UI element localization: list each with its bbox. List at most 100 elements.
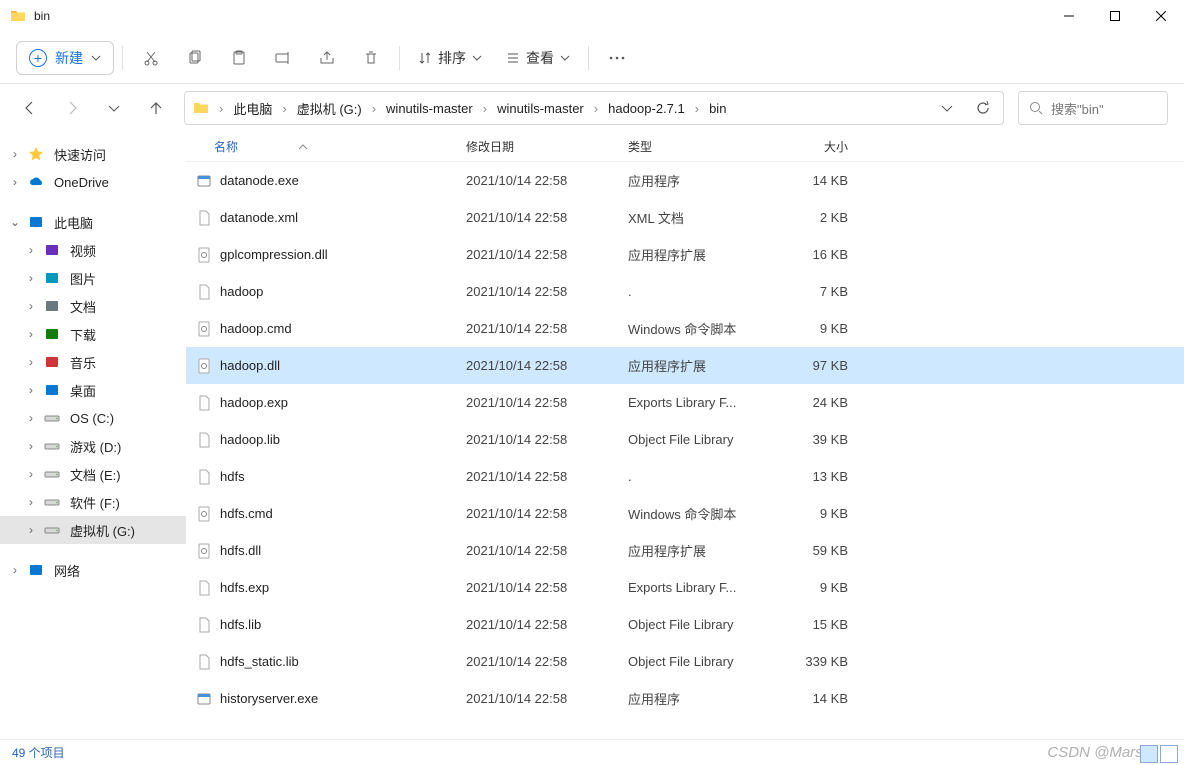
file-size: 14 KB (768, 691, 864, 706)
tree-caret-icon[interactable]: › (24, 523, 38, 537)
tree-caret-icon[interactable]: ⌄ (8, 215, 22, 229)
refresh-button[interactable] (967, 100, 999, 116)
column-name-header[interactable]: 名称 (186, 138, 466, 155)
file-name: hdfs (220, 469, 245, 484)
maximize-button[interactable] (1092, 0, 1138, 32)
share-button[interactable] (307, 40, 347, 76)
file-row[interactable]: historyserver.exe2021/10/14 22:58应用程序14 … (186, 680, 1184, 717)
details-view-icon[interactable] (1140, 745, 1158, 763)
sidebar-item[interactable]: ›文档 (0, 292, 186, 320)
file-row[interactable]: hdfs.exp2021/10/14 22:58Exports Library … (186, 569, 1184, 606)
breadcrumb-segment[interactable]: 虚拟机 (G:) (293, 97, 366, 120)
sidebar-item[interactable]: ⌄此电脑 (0, 208, 186, 236)
view-toggle[interactable] (1140, 745, 1178, 763)
file-date: 2021/10/14 22:58 (466, 210, 628, 225)
sidebar-item[interactable]: › 游戏 (D:) (0, 432, 186, 460)
minimize-button[interactable] (1046, 0, 1092, 32)
close-button[interactable] (1138, 0, 1184, 32)
sidebar-item-label: 图片 (70, 269, 96, 288)
sidebar-item[interactable]: ›快速访问 (0, 140, 186, 168)
file-icon (196, 691, 212, 707)
forward-button[interactable] (58, 94, 86, 122)
breadcrumb-segment[interactable]: hadoop-2.7.1 (604, 99, 689, 118)
copy-button[interactable] (175, 40, 215, 76)
more-button[interactable] (597, 40, 637, 76)
tree-caret-icon[interactable]: › (24, 383, 38, 397)
file-row[interactable]: datanode.xml2021/10/14 22:58XML 文档2 KB (186, 199, 1184, 236)
sidebar-item[interactable]: ›文档 (E:) (0, 460, 186, 488)
file-row[interactable]: hadoop.lib2021/10/14 22:58Object File Li… (186, 421, 1184, 458)
sidebar-item[interactable]: › 图片 (0, 264, 186, 292)
column-size-header[interactable]: 大小 (768, 138, 864, 155)
sidebar-item-label: 游戏 (D:) (70, 437, 121, 456)
breadcrumb-segment[interactable]: winutils-master (493, 99, 588, 118)
file-name: datanode.exe (220, 173, 299, 188)
tree-caret-icon[interactable]: › (8, 175, 22, 189)
breadcrumb[interactable]: › 此电脑 › 虚拟机 (G:) › winutils-master › win… (184, 91, 1004, 125)
file-size: 14 KB (768, 173, 864, 188)
tree-caret-icon[interactable]: › (24, 495, 38, 509)
file-type: Exports Library F... (628, 395, 768, 410)
file-name: hdfs.exp (220, 580, 269, 595)
file-type: 应用程序扩展 (628, 245, 768, 264)
sidebar-item[interactable]: ›桌面 (0, 376, 186, 404)
sidebar-item[interactable]: ›OS (C:) (0, 404, 186, 432)
breadcrumb-segment[interactable]: bin (705, 99, 730, 118)
back-button[interactable] (16, 94, 44, 122)
file-row[interactable]: datanode.exe2021/10/14 22:58应用程序14 KB (186, 162, 1184, 199)
tree-caret-icon[interactable]: › (24, 439, 38, 453)
sidebar-item[interactable]: › 视频 (0, 236, 186, 264)
network-icon (28, 562, 44, 578)
sidebar-item-label: 视频 (70, 241, 96, 260)
history-dropdown-button[interactable] (931, 102, 963, 114)
file-name: datanode.xml (220, 210, 298, 225)
sidebar-item[interactable]: ›网络 (0, 556, 186, 584)
tree-caret-icon[interactable]: › (8, 563, 22, 577)
sort-button[interactable]: 排序 (408, 40, 492, 76)
file-row[interactable]: hdfs.dll2021/10/14 22:58应用程序扩展59 KB (186, 532, 1184, 569)
tree-caret-icon[interactable]: › (24, 299, 38, 313)
sidebar-item[interactable]: ›虚拟机 (G:) (0, 516, 186, 544)
recent-button[interactable] (100, 94, 128, 122)
tree-caret-icon[interactable]: › (24, 411, 38, 425)
tree-caret-icon[interactable]: › (24, 243, 38, 257)
paste-button[interactable] (219, 40, 259, 76)
tree-caret-icon[interactable]: › (24, 467, 38, 481)
up-button[interactable] (142, 94, 170, 122)
file-row[interactable]: hdfs_static.lib2021/10/14 22:58Object Fi… (186, 643, 1184, 680)
breadcrumb-segment[interactable]: 此电脑 (229, 97, 276, 120)
file-row[interactable]: hadoop2021/10/14 22:58.7 KB (186, 273, 1184, 310)
file-row[interactable]: gplcompression.dll2021/10/14 22:58应用程序扩展… (186, 236, 1184, 273)
folder-icon (10, 8, 26, 24)
file-date: 2021/10/14 22:58 (466, 432, 628, 447)
sort-label: 排序 (438, 48, 466, 68)
drive-icon (44, 466, 60, 482)
breadcrumb-segment[interactable]: winutils-master (382, 99, 477, 118)
sidebar-item[interactable]: ›音乐 (0, 348, 186, 376)
file-type: . (628, 284, 768, 299)
new-button[interactable]: + 新建 (16, 41, 114, 75)
file-row[interactable]: hadoop.cmd2021/10/14 22:58Windows 命令脚本9 … (186, 310, 1184, 347)
cut-button[interactable] (131, 40, 171, 76)
tree-caret-icon[interactable]: › (24, 271, 38, 285)
file-name: historyserver.exe (220, 691, 318, 706)
tree-caret-icon[interactable]: › (24, 327, 38, 341)
delete-button[interactable] (351, 40, 391, 76)
sidebar-item[interactable]: ›软件 (F:) (0, 488, 186, 516)
file-row[interactable]: hdfs2021/10/14 22:58.13 KB (186, 458, 1184, 495)
column-type-header[interactable]: 类型 (628, 138, 768, 155)
rename-button[interactable] (263, 40, 303, 76)
search-input[interactable]: 搜索"bin" (1018, 91, 1168, 125)
sidebar-item[interactable]: ›OneDrive (0, 168, 186, 196)
file-row[interactable]: hadoop.exp2021/10/14 22:58Exports Librar… (186, 384, 1184, 421)
icons-view-icon[interactable] (1160, 745, 1178, 763)
file-row[interactable]: hdfs.cmd2021/10/14 22:58Windows 命令脚本9 KB (186, 495, 1184, 532)
tree-caret-icon[interactable]: › (24, 355, 38, 369)
sidebar-item[interactable]: ›下载 (0, 320, 186, 348)
view-button[interactable]: 查看 (496, 40, 580, 76)
column-date-header[interactable]: 修改日期 (466, 138, 628, 155)
file-icon (196, 284, 212, 300)
tree-caret-icon[interactable]: › (8, 147, 22, 161)
file-row[interactable]: hdfs.lib2021/10/14 22:58Object File Libr… (186, 606, 1184, 643)
file-row[interactable]: hadoop.dll2021/10/14 22:58应用程序扩展97 KB (186, 347, 1184, 384)
